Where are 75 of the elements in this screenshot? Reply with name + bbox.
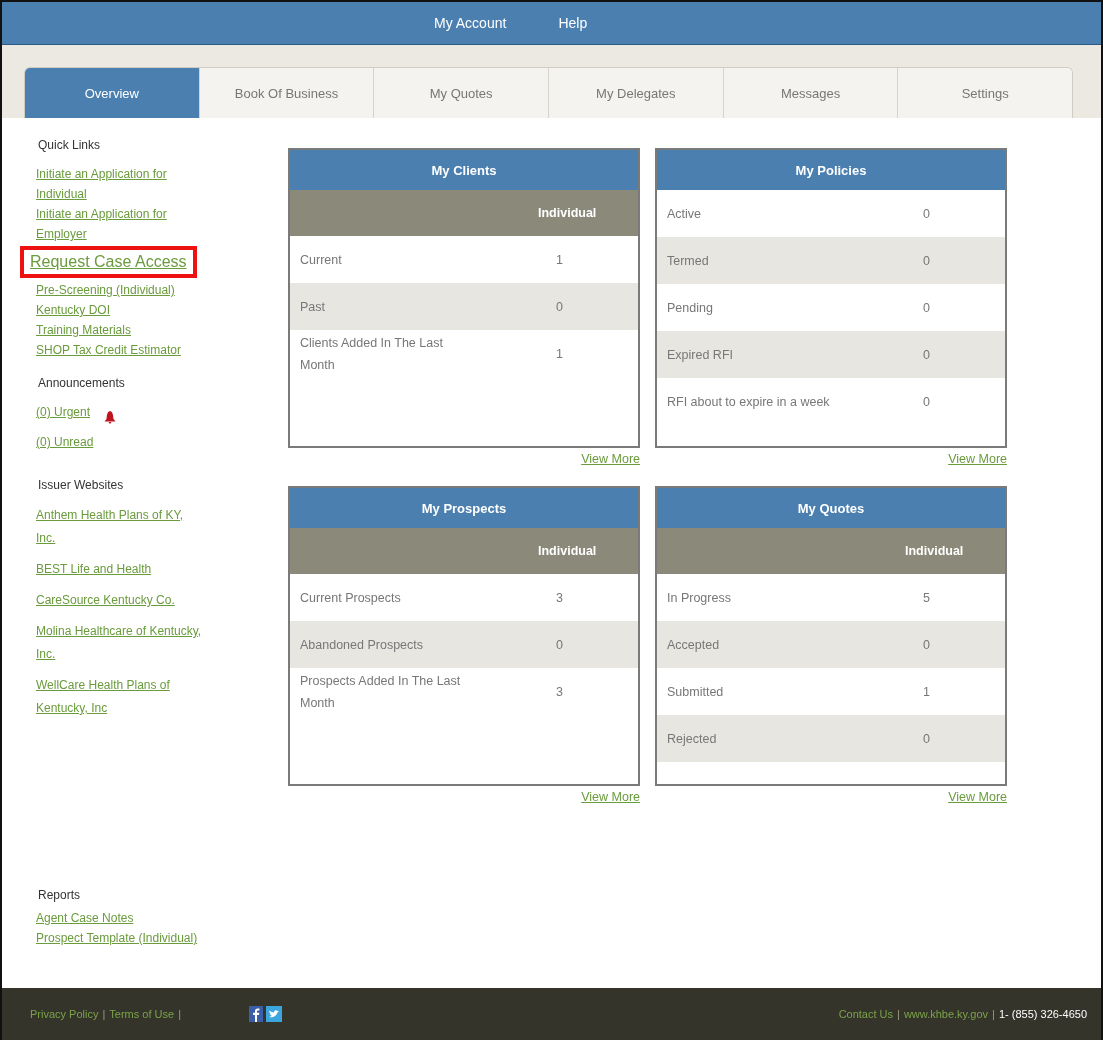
row-value: 1	[555, 252, 564, 267]
sidebar-link[interactable]: (0) Urgent	[36, 402, 91, 422]
row-value: 0	[922, 300, 931, 315]
row-value: 0	[922, 206, 931, 221]
footer-link[interactable]: www.khbe.ky.gov	[903, 1008, 989, 1020]
row-label: Past	[300, 298, 326, 316]
view-more-link[interactable]: View More	[581, 452, 640, 466]
row-value: 3	[555, 684, 564, 699]
sidebar-link[interactable]: Training Materials	[36, 320, 204, 340]
sidebar-link[interactable]: Anthem Health Plans of KY, Inc.	[36, 504, 204, 550]
row-value: 0	[555, 299, 564, 314]
row-label: Current	[300, 251, 343, 269]
separator-text: |	[992, 1008, 995, 1020]
section-heading: Quick Links	[38, 138, 102, 152]
card-title: My Prospects	[290, 488, 638, 528]
row-value: 3	[555, 590, 564, 605]
sidebar-link[interactable]: Molina Healthcare of Kentucky, Inc.	[36, 620, 204, 666]
sidebar-link[interactable]: Pre-Screening (Individual)	[36, 280, 204, 300]
twitter-icon[interactable]	[266, 1006, 282, 1022]
tab[interactable]: Overview	[25, 68, 200, 118]
row-value: 0	[922, 253, 931, 268]
row-value: 0	[555, 637, 564, 652]
section-heading: Reports	[38, 888, 82, 902]
card-title: My Policies	[657, 150, 1005, 190]
card-title: My Clients	[290, 150, 638, 190]
separator-text: |	[897, 1008, 900, 1020]
row-value: 0	[922, 394, 931, 409]
phone-number: 1- (855) 326-4650	[998, 1008, 1087, 1020]
nav-link[interactable]: Help	[558, 15, 588, 31]
row-label: Prospects Added In The Last Month	[300, 672, 462, 712]
row-label: Clients Added In The Last Month	[300, 334, 444, 374]
facebook-icon[interactable]	[249, 1006, 263, 1022]
row-label: Accepted	[667, 636, 721, 654]
row-label: Abandoned Prospects	[300, 636, 424, 654]
view-more-link[interactable]: View More	[948, 790, 1007, 804]
row-label: Active	[667, 205, 703, 223]
row-label: Rejected	[667, 730, 718, 748]
row-label: Pending	[667, 299, 714, 317]
footer-link[interactable]: Privacy Policy	[30, 1008, 99, 1020]
row-value: 1	[555, 346, 564, 361]
sidebar-link[interactable]: Initiate an Application for Employer	[36, 204, 204, 244]
sidebar-link[interactable]: SHOP Tax Credit Estimator	[36, 340, 204, 360]
sidebar-link[interactable]: BEST Life and Health	[36, 558, 204, 581]
row-label: Expired RFI	[667, 346, 734, 364]
view-more-link[interactable]: View More	[948, 452, 1007, 466]
separator-text: |	[178, 1008, 181, 1020]
sidebar-link[interactable]: (0) Unread	[36, 432, 94, 452]
nav-link[interactable]: My Account	[434, 15, 507, 31]
row-label: Termed	[667, 252, 710, 270]
footer-link[interactable]: Contact Us	[838, 1008, 894, 1020]
row-value: 0	[922, 347, 931, 362]
footer-link[interactable]: Terms of Use	[109, 1008, 175, 1020]
view-more-link[interactable]: View More	[581, 790, 640, 804]
row-value: 5	[922, 590, 931, 605]
section-heading: Announcements	[38, 376, 126, 390]
row-label: In Progress	[667, 589, 732, 607]
sidebar-link[interactable]: Request Case Access	[20, 246, 197, 278]
column-header: Individual	[905, 544, 965, 558]
card-title: My Quotes	[657, 488, 1005, 528]
sidebar-link[interactable]: Prospect Template (Individual)	[36, 928, 204, 948]
row-value: 0	[922, 637, 931, 652]
sidebar-link[interactable]: Agent Case Notes	[36, 908, 204, 928]
column-header: Individual	[538, 206, 598, 220]
sidebar-link[interactable]: Kentucky DOI	[36, 300, 204, 320]
sidebar-link[interactable]: Initiate an Application for Individual	[36, 164, 204, 204]
row-label: Current Prospects	[300, 589, 402, 607]
column-header: Individual	[538, 544, 598, 558]
sidebar-link[interactable]: CareSource Kentucky Co.	[36, 589, 204, 612]
row-value: 0	[922, 731, 931, 746]
row-label: Submitted	[667, 683, 725, 701]
row-label: RFI about to expire in a week	[667, 393, 831, 411]
separator-text: |	[102, 1008, 106, 1020]
section-heading: Issuer Websites	[38, 478, 125, 492]
row-value: 1	[922, 684, 931, 699]
sidebar-link[interactable]: WellCare Health Plans of Kentucky, Inc	[36, 674, 204, 720]
